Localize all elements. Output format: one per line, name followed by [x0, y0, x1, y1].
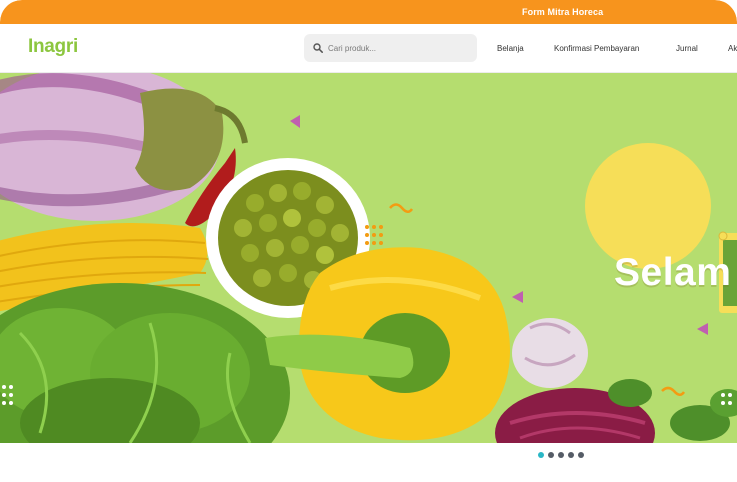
search-box[interactable]	[304, 34, 477, 62]
search-input[interactable]	[328, 43, 468, 53]
nav-akun[interactable]: Ak	[728, 44, 737, 53]
nav-konfirmasi-pembayaran[interactable]: Konfirmasi Pembayaran	[554, 44, 639, 53]
carousel-dot-5[interactable]	[578, 452, 584, 458]
page: Form Mitra Horeca Inagri Belanja Konfirm…	[0, 0, 737, 482]
site-header: Inagri Belanja Konfirmasi Pembayaran Jur…	[0, 24, 737, 73]
carousel-dots	[538, 452, 584, 458]
carousel-dot-3[interactable]	[558, 452, 564, 458]
garlic	[512, 318, 588, 388]
form-mitra-horeca-link[interactable]: Form Mitra Horeca	[522, 7, 603, 17]
carousel-dot-1[interactable]	[538, 452, 544, 458]
top-announcement-bar: Form Mitra Horeca	[0, 0, 737, 24]
hero-headline: Selam	[614, 251, 732, 294]
decor-dot-grid	[365, 225, 383, 245]
hero-banner[interactable]: Selam	[0, 73, 737, 443]
brand-logo[interactable]: Inagri	[28, 36, 78, 58]
nav-jurnal[interactable]: Jurnal	[676, 44, 698, 53]
carousel-dot-2[interactable]	[548, 452, 554, 458]
carousel-dot-4[interactable]	[568, 452, 574, 458]
nav-belanja[interactable]: Belanja	[497, 44, 524, 53]
search-icon	[313, 43, 323, 53]
